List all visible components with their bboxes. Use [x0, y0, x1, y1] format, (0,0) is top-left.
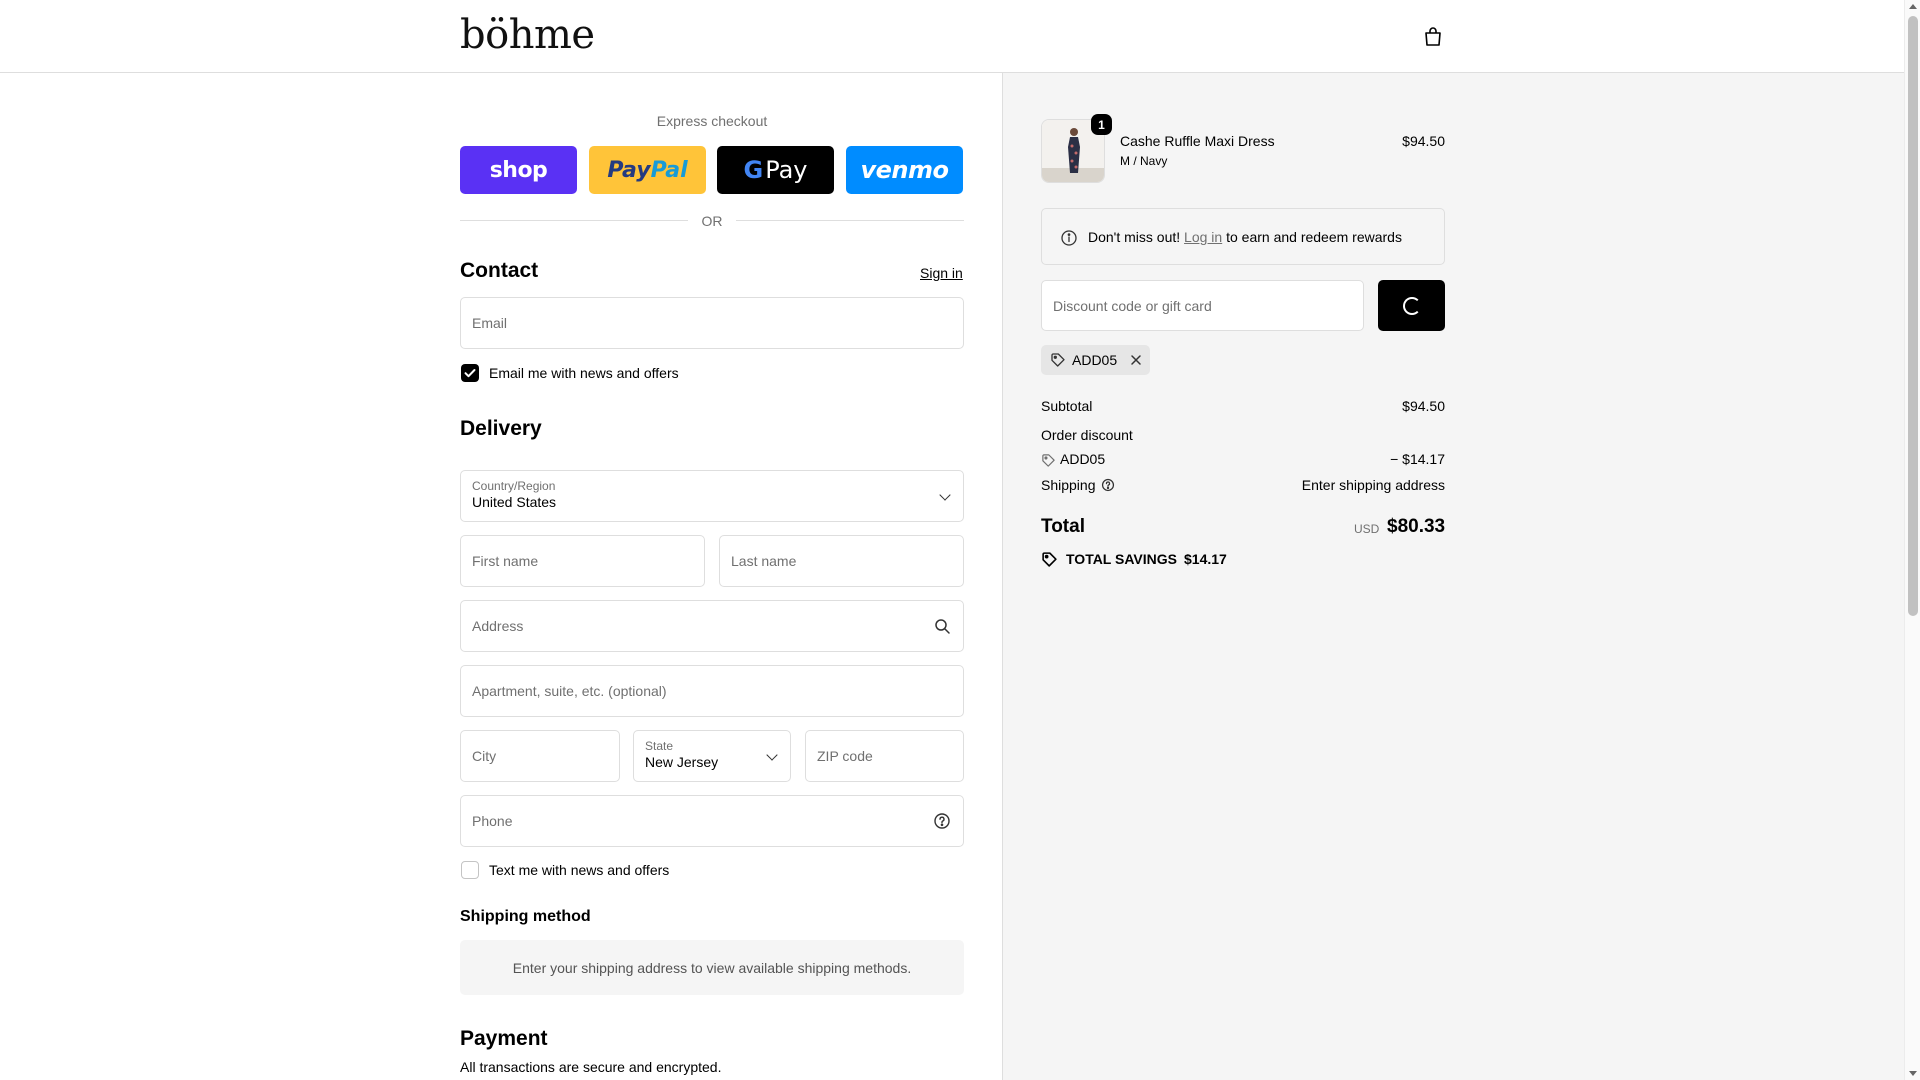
total-savings-label: TOTAL SAVINGS: [1066, 551, 1177, 567]
rewards-banner: Don't miss out! Log in to earn and redee…: [1041, 208, 1445, 265]
shop-pay-logo: shop: [489, 157, 548, 183]
or-divider: OR: [460, 212, 964, 230]
shopping-bag-icon[interactable]: [1421, 25, 1445, 49]
rewards-suffix: to earn and redeem rewards: [1226, 229, 1402, 245]
paypal-logo-pal: Pal: [650, 157, 688, 183]
rewards-login-link[interactable]: Log in: [1184, 229, 1222, 245]
phone-placeholder: Phone: [472, 813, 513, 829]
search-icon: [935, 619, 950, 634]
rewards-text: Don't miss out! Log in to earn and redee…: [1088, 229, 1402, 245]
zip-field[interactable]: ZIP code: [805, 730, 964, 782]
apartment-field[interactable]: Apartment, suite, etc. (optional): [460, 665, 964, 717]
product-name: Cashe Ruffle Maxi Dress: [1120, 133, 1275, 149]
close-icon[interactable]: [1129, 353, 1143, 367]
scroll-up-arrow-icon[interactable]: [1909, 4, 1917, 9]
chevron-down-icon: [939, 489, 951, 501]
order-discount-code: ADD05: [1060, 451, 1106, 467]
discount-placeholder: Discount code or gift card: [1053, 298, 1212, 314]
or-label: OR: [701, 213, 723, 229]
help-circle-icon[interactable]: [1101, 478, 1115, 492]
contact-title: Contact: [460, 259, 539, 282]
google-g-logo: G: [743, 156, 764, 184]
text-news-label: Text me with news and offers: [489, 862, 670, 878]
state-value: New Jersey: [645, 754, 719, 770]
shipping-label: Shipping: [1041, 477, 1096, 493]
discount-code-input[interactable]: Discount code or gift card: [1041, 280, 1364, 331]
country-value: United States: [472, 494, 557, 510]
total-currency: USD: [1354, 522, 1380, 536]
subtotal-label: Subtotal: [1041, 398, 1093, 414]
text-news-checkbox[interactable]: [461, 861, 479, 879]
email-placeholder: Email: [472, 315, 508, 331]
address-field[interactable]: Address: [460, 600, 964, 652]
country-select[interactable]: Country/Region United States: [460, 470, 964, 522]
country-label: Country/Region: [472, 479, 556, 493]
city-placeholder: City: [472, 748, 497, 764]
page-scrollbar[interactable]: [1904, 0, 1920, 1080]
sign-in-link[interactable]: Sign in: [920, 265, 963, 281]
venmo-logo: venmo: [860, 156, 949, 184]
shop-pay-button[interactable]: shop: [460, 146, 577, 194]
tag-icon: [1051, 353, 1065, 367]
chevron-down-icon: [766, 749, 778, 761]
venmo-button[interactable]: venmo: [846, 146, 963, 194]
help-circle-icon[interactable]: [933, 812, 951, 830]
order-discount-label: Order discount: [1041, 427, 1133, 443]
email-news-checkbox[interactable]: [461, 364, 479, 382]
google-pay-button[interactable]: G Pay: [717, 146, 834, 194]
state-select[interactable]: State New Jersey: [633, 730, 791, 782]
paypal-button[interactable]: Pay Pal: [589, 146, 706, 194]
checkmark-icon: [464, 369, 476, 378]
last-name-placeholder: Last name: [731, 553, 797, 569]
product-price: $94.50: [1402, 133, 1445, 149]
address-placeholder: Address: [472, 618, 524, 634]
loading-spinner-icon: [1402, 296, 1421, 315]
header: böhme: [0, 0, 1904, 73]
info-icon: [1061, 230, 1077, 246]
email-field[interactable]: Email: [460, 297, 964, 349]
payment-subtitle: All transactions are secure and encrypte…: [460, 1059, 722, 1075]
brand-logo[interactable]: böhme: [460, 12, 595, 58]
product-variant: M / Navy: [1120, 154, 1168, 168]
shipping-method-notice: Enter your shipping address to view avai…: [460, 940, 964, 995]
shipping-method-title: Shipping method: [460, 908, 591, 925]
state-label: State: [645, 739, 674, 753]
paypal-logo-pay: Pay: [607, 157, 651, 183]
first-name-field[interactable]: First name: [460, 535, 705, 587]
email-news-label: Email me with news and offers: [489, 365, 679, 381]
phone-field[interactable]: Phone: [460, 795, 964, 847]
scroll-down-arrow-icon[interactable]: [1909, 1071, 1917, 1076]
applied-discount-chip: ADD05: [1041, 345, 1150, 375]
quantity-badge: 1: [1091, 114, 1112, 135]
total-savings-value: $14.17: [1184, 551, 1227, 567]
order-discount-amount: − $14.17: [1390, 451, 1445, 467]
google-pay-label: Pay: [765, 156, 808, 184]
last-name-field[interactable]: Last name: [719, 535, 964, 587]
apply-discount-button[interactable]: [1378, 280, 1445, 331]
payment-title: Payment: [460, 1027, 548, 1050]
total-value: $80.33: [1387, 516, 1446, 537]
city-field[interactable]: City: [460, 730, 620, 782]
first-name-placeholder: First name: [472, 553, 539, 569]
delivery-title: Delivery: [460, 417, 542, 440]
applied-discount-code: ADD05: [1072, 352, 1118, 368]
rewards-prefix: Don't miss out!: [1088, 229, 1181, 245]
zip-placeholder: ZIP code: [817, 748, 873, 764]
express-checkout-title: Express checkout: [656, 113, 768, 129]
total-label: Total: [1041, 516, 1085, 537]
tag-icon: [1042, 552, 1057, 567]
tag-icon: [1042, 454, 1055, 467]
apartment-placeholder: Apartment, suite, etc. (optional): [472, 683, 667, 699]
scrollbar-thumb[interactable]: [1908, 16, 1918, 616]
subtotal-value: $94.50: [1402, 398, 1445, 414]
shipping-value: Enter shipping address: [1301, 477, 1445, 493]
